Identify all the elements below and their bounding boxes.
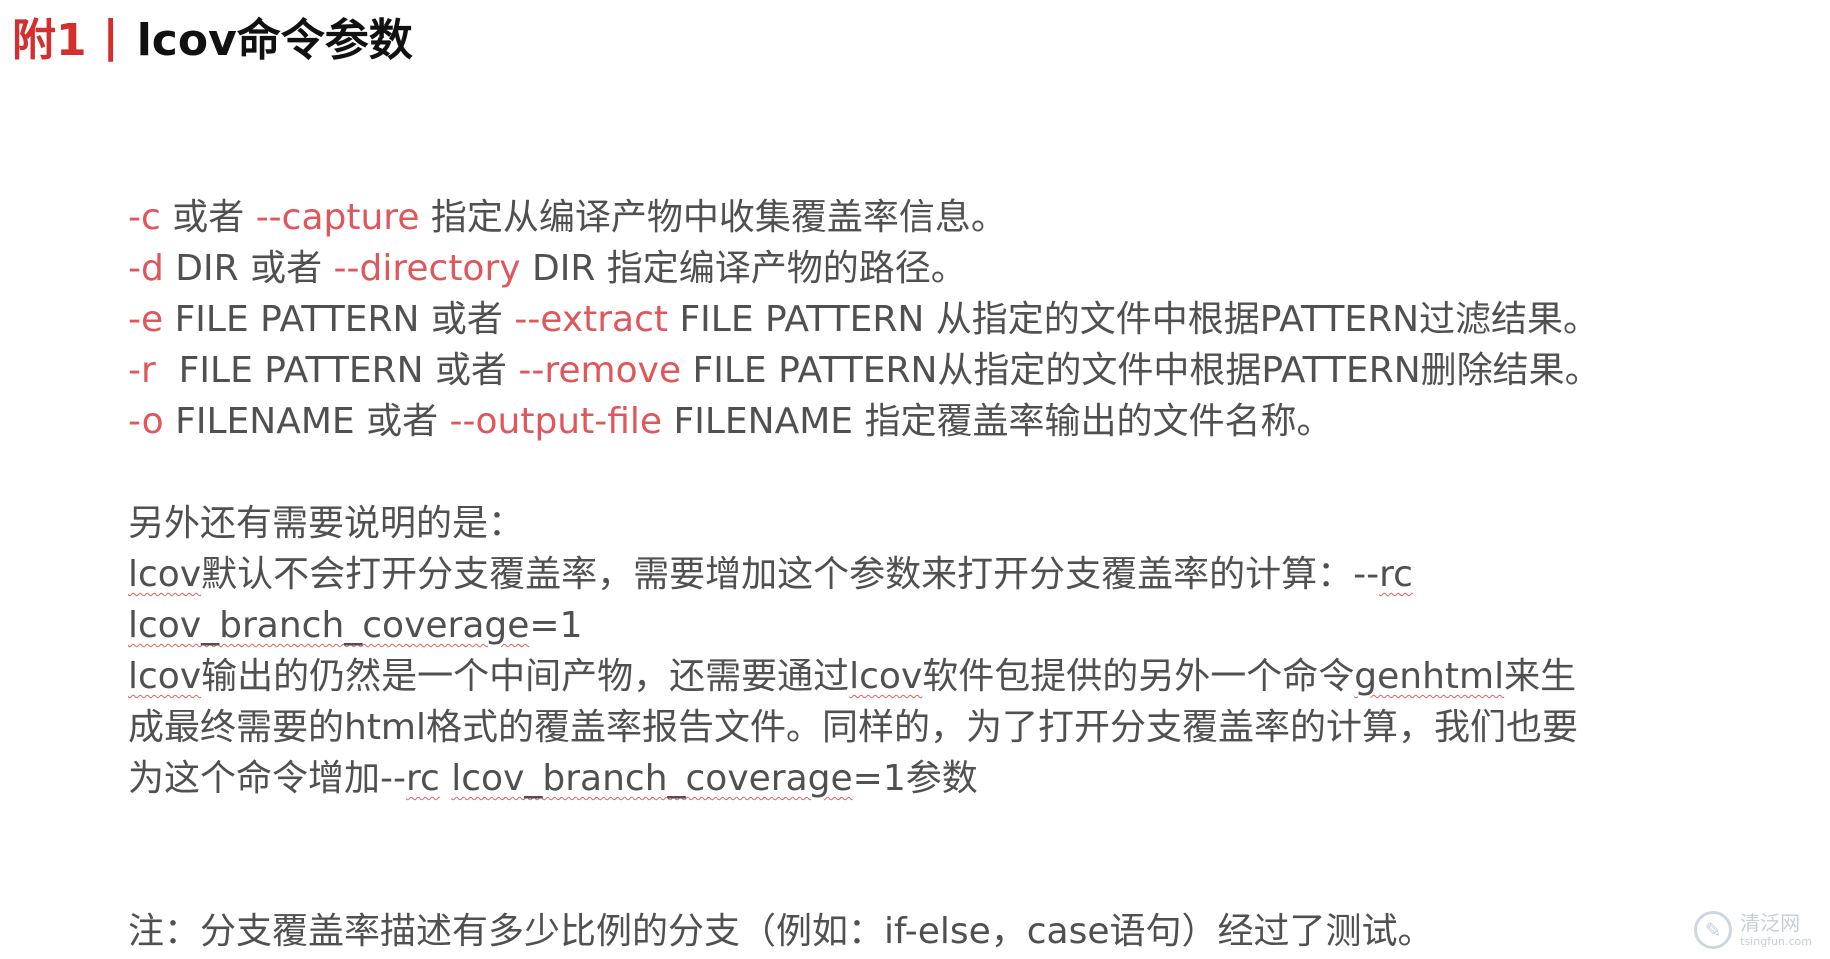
slide-content: -c 或者 --capture 指定从编译产物中收集覆盖率信息。 -d DIR … [128, 192, 1808, 957]
spell-flag-text: lcov [128, 656, 202, 697]
notes-text: 软件包提供的另外一个命令 [922, 656, 1355, 697]
watermark-en: tsingfun.com [1740, 935, 1812, 948]
notes-line-2: lcov_branch_coverage=1 [128, 600, 1808, 651]
spell-flag-text: rc [405, 758, 440, 799]
notes-heading: 另外还有需要说明的是： [128, 503, 525, 544]
option-line-capture: -c 或者 --capture 指定从编译产物中收集覆盖率信息。 [128, 192, 1808, 243]
spell-flag-text: lcov [849, 656, 923, 697]
watermark-text: 清泛网 tsingfun.com [1740, 913, 1812, 947]
site-watermark: ✎ 清泛网 tsingfun.com [1694, 911, 1812, 949]
notes-line-3: lcov输出的仍然是一个中间产物，还需要通过lcov软件包提供的另外一个命令ge… [128, 651, 1808, 702]
option-desc: DIR 指定编译产物的路径。 [520, 248, 967, 289]
spell-flag-text: lcov_branch_coverage [128, 605, 530, 646]
notes-text: 默认不会打开分支覆盖率，需要增加这个参数来打开分支覆盖率的计算：-- [201, 554, 1380, 595]
spell-flag-text: lcov_branch_coverage [451, 758, 853, 799]
option-short: -r [128, 350, 156, 391]
option-mid: FILE PATTERN 或者 [155, 350, 519, 391]
option-long: --directory [333, 248, 521, 289]
title-divider: | [102, 10, 119, 62]
notes-line-4: 成最终需要的html格式的覆盖率报告文件。同样的，为了打开分支覆盖率的计算，我们… [128, 707, 1579, 748]
watermark-logo-icon: ✎ [1694, 911, 1733, 949]
notes-line-1: lcov默认不会打开分支覆盖率，需要增加这个参数来打开分支覆盖率的计算：--rc [128, 549, 1808, 600]
option-short: -o [128, 401, 164, 442]
option-mid: 或者 [160, 197, 256, 238]
notes-line-5: 为这个命令增加--rc lcov_branch_coverage=1参数 [128, 753, 1808, 804]
option-line-extract: -e FILE PATTERN 或者 --extract FILE PATTER… [128, 294, 1808, 345]
option-line-output-file: -o FILENAME 或者 --output-file FILENAME 指定… [128, 396, 1808, 447]
title-text: lcov命令参数 [136, 15, 413, 66]
option-short: -d [128, 248, 164, 289]
notes-paragraph: 另外还有需要说明的是： lcov默认不会打开分支覆盖率，需要增加这个参数来打开分… [128, 498, 1808, 804]
spell-flag-text: lcov [128, 554, 202, 595]
notes-text: 输出的仍然是一个中间产物，还需要通过 [201, 656, 850, 697]
option-long: --output-file [449, 401, 663, 442]
title-prefix: 附1 [12, 15, 87, 66]
option-short: -c [128, 197, 161, 238]
option-desc: FILE PATTERN从指定的文件中根据PATTERN删除结果。 [681, 350, 1601, 391]
slide-title: 附1 | lcov命令参数 [12, 6, 413, 67]
spell-flag-text: rc [1379, 554, 1413, 595]
spell-flag-text: genhtml [1354, 656, 1505, 697]
option-mid: FILENAME 或者 [163, 401, 450, 442]
notes-text: 来生 [1504, 656, 1577, 697]
option-long: --capture [255, 197, 420, 238]
option-line-remove: -r FILE PATTERN 或者 --remove FILE PATTERN… [128, 345, 1808, 396]
notes-text: =1参数 [852, 758, 978, 799]
option-desc: FILENAME 指定覆盖率输出的文件名称。 [662, 401, 1333, 442]
footnote: 注：分支覆盖率描述有多少比例的分支（例如：if-else，case语句）经过了测… [128, 911, 1434, 952]
option-long: --remove [518, 350, 682, 391]
option-desc: 指定从编译产物中收集覆盖率信息。 [419, 197, 1007, 238]
option-long: --extract [514, 299, 669, 340]
watermark-cn: 清泛网 [1740, 911, 1801, 935]
notes-text [440, 758, 451, 799]
notes-text: 为这个命令增加-- [128, 758, 406, 799]
notes-text: =1 [529, 605, 583, 646]
option-short: -e [128, 299, 164, 340]
option-mid: DIR 或者 [163, 248, 334, 289]
option-mid: FILE PATTERN 或者 [163, 299, 515, 340]
option-line-directory: -d DIR 或者 --directory DIR 指定编译产物的路径。 [128, 243, 1808, 294]
option-desc: FILE PATTERN 从指定的文件中根据PATTERN过滤结果。 [668, 299, 1600, 340]
